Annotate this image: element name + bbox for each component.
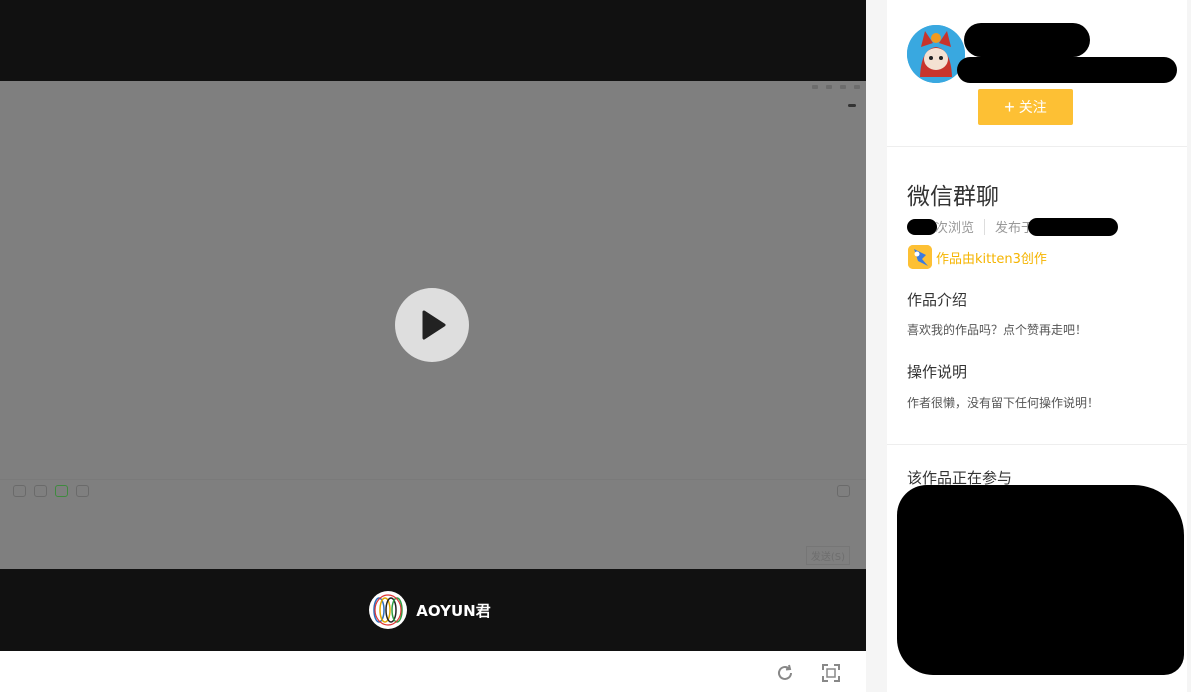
sidebar: + 关注 微信群聊 次浏览 发布于 作品由kitten3创作 作品介绍 喜欢我的… xyxy=(887,0,1187,692)
author-avatar[interactable] xyxy=(369,591,408,629)
author-card: + 关注 xyxy=(887,0,1187,147)
follow-button[interactable]: + 关注 xyxy=(978,89,1073,125)
work-title: 微信群聊 xyxy=(907,184,999,210)
instructions-title: 操作说明 xyxy=(907,363,968,381)
plus-icon: + xyxy=(1004,97,1015,117)
intro-text: 喜欢我的作品吗？点个赞再走吧！ xyxy=(907,323,1088,337)
kitten-credit: 作品由kitten3创作 xyxy=(936,251,1047,267)
chat-bubble-icon xyxy=(76,485,89,497)
intro-title: 作品介绍 xyxy=(907,291,968,309)
player: 发送(S) AOYUN君 xyxy=(0,0,866,651)
author-bar: AOYUN君 xyxy=(0,569,866,651)
cat-avatar-icon xyxy=(907,25,965,83)
work-info: 微信群聊 次浏览 发布于 作品由kitten3创作 作品介绍 喜欢我的作品吗？点… xyxy=(887,147,1187,445)
scissors-icon xyxy=(55,485,68,497)
player-toolbar xyxy=(0,651,866,692)
event-section: 该作品正在参与 xyxy=(887,445,1187,692)
preview-menu-dots xyxy=(848,104,856,107)
instructions-text: 作者很懒，没有留下任何操作说明！ xyxy=(907,396,1100,410)
play-icon xyxy=(422,310,446,340)
kitten-logo-icon xyxy=(908,245,932,269)
fullscreen-icon[interactable] xyxy=(821,663,841,683)
kitten-badge[interactable]: 作品由kitten3创作 xyxy=(908,245,1047,269)
preview-divider xyxy=(0,479,866,480)
emoji-icon xyxy=(13,485,26,497)
redacted-event-card xyxy=(897,485,1184,675)
author-name[interactable]: AOYUN君 xyxy=(416,600,490,621)
follow-label: 关注 xyxy=(1018,99,1047,115)
redacted-view-count xyxy=(907,218,937,235)
views-label: 次浏览 xyxy=(935,221,975,236)
user-avatar[interactable] xyxy=(907,25,965,83)
meta-divider xyxy=(984,218,986,235)
redacted-username xyxy=(964,23,1090,57)
preview-window-controls xyxy=(812,85,860,89)
work-meta: 次浏览 发布于 xyxy=(907,217,1119,236)
redacted-user-info xyxy=(957,57,1177,83)
redacted-publish-date xyxy=(1028,217,1119,236)
preview-send-button: 发送(S) xyxy=(805,546,850,565)
history-icon xyxy=(837,485,850,497)
play-button[interactable] xyxy=(395,288,469,362)
refresh-icon[interactable] xyxy=(775,663,795,683)
olympic-rings-icon xyxy=(373,594,404,626)
folder-icon xyxy=(34,485,47,497)
preview-chat-tools xyxy=(13,485,89,497)
